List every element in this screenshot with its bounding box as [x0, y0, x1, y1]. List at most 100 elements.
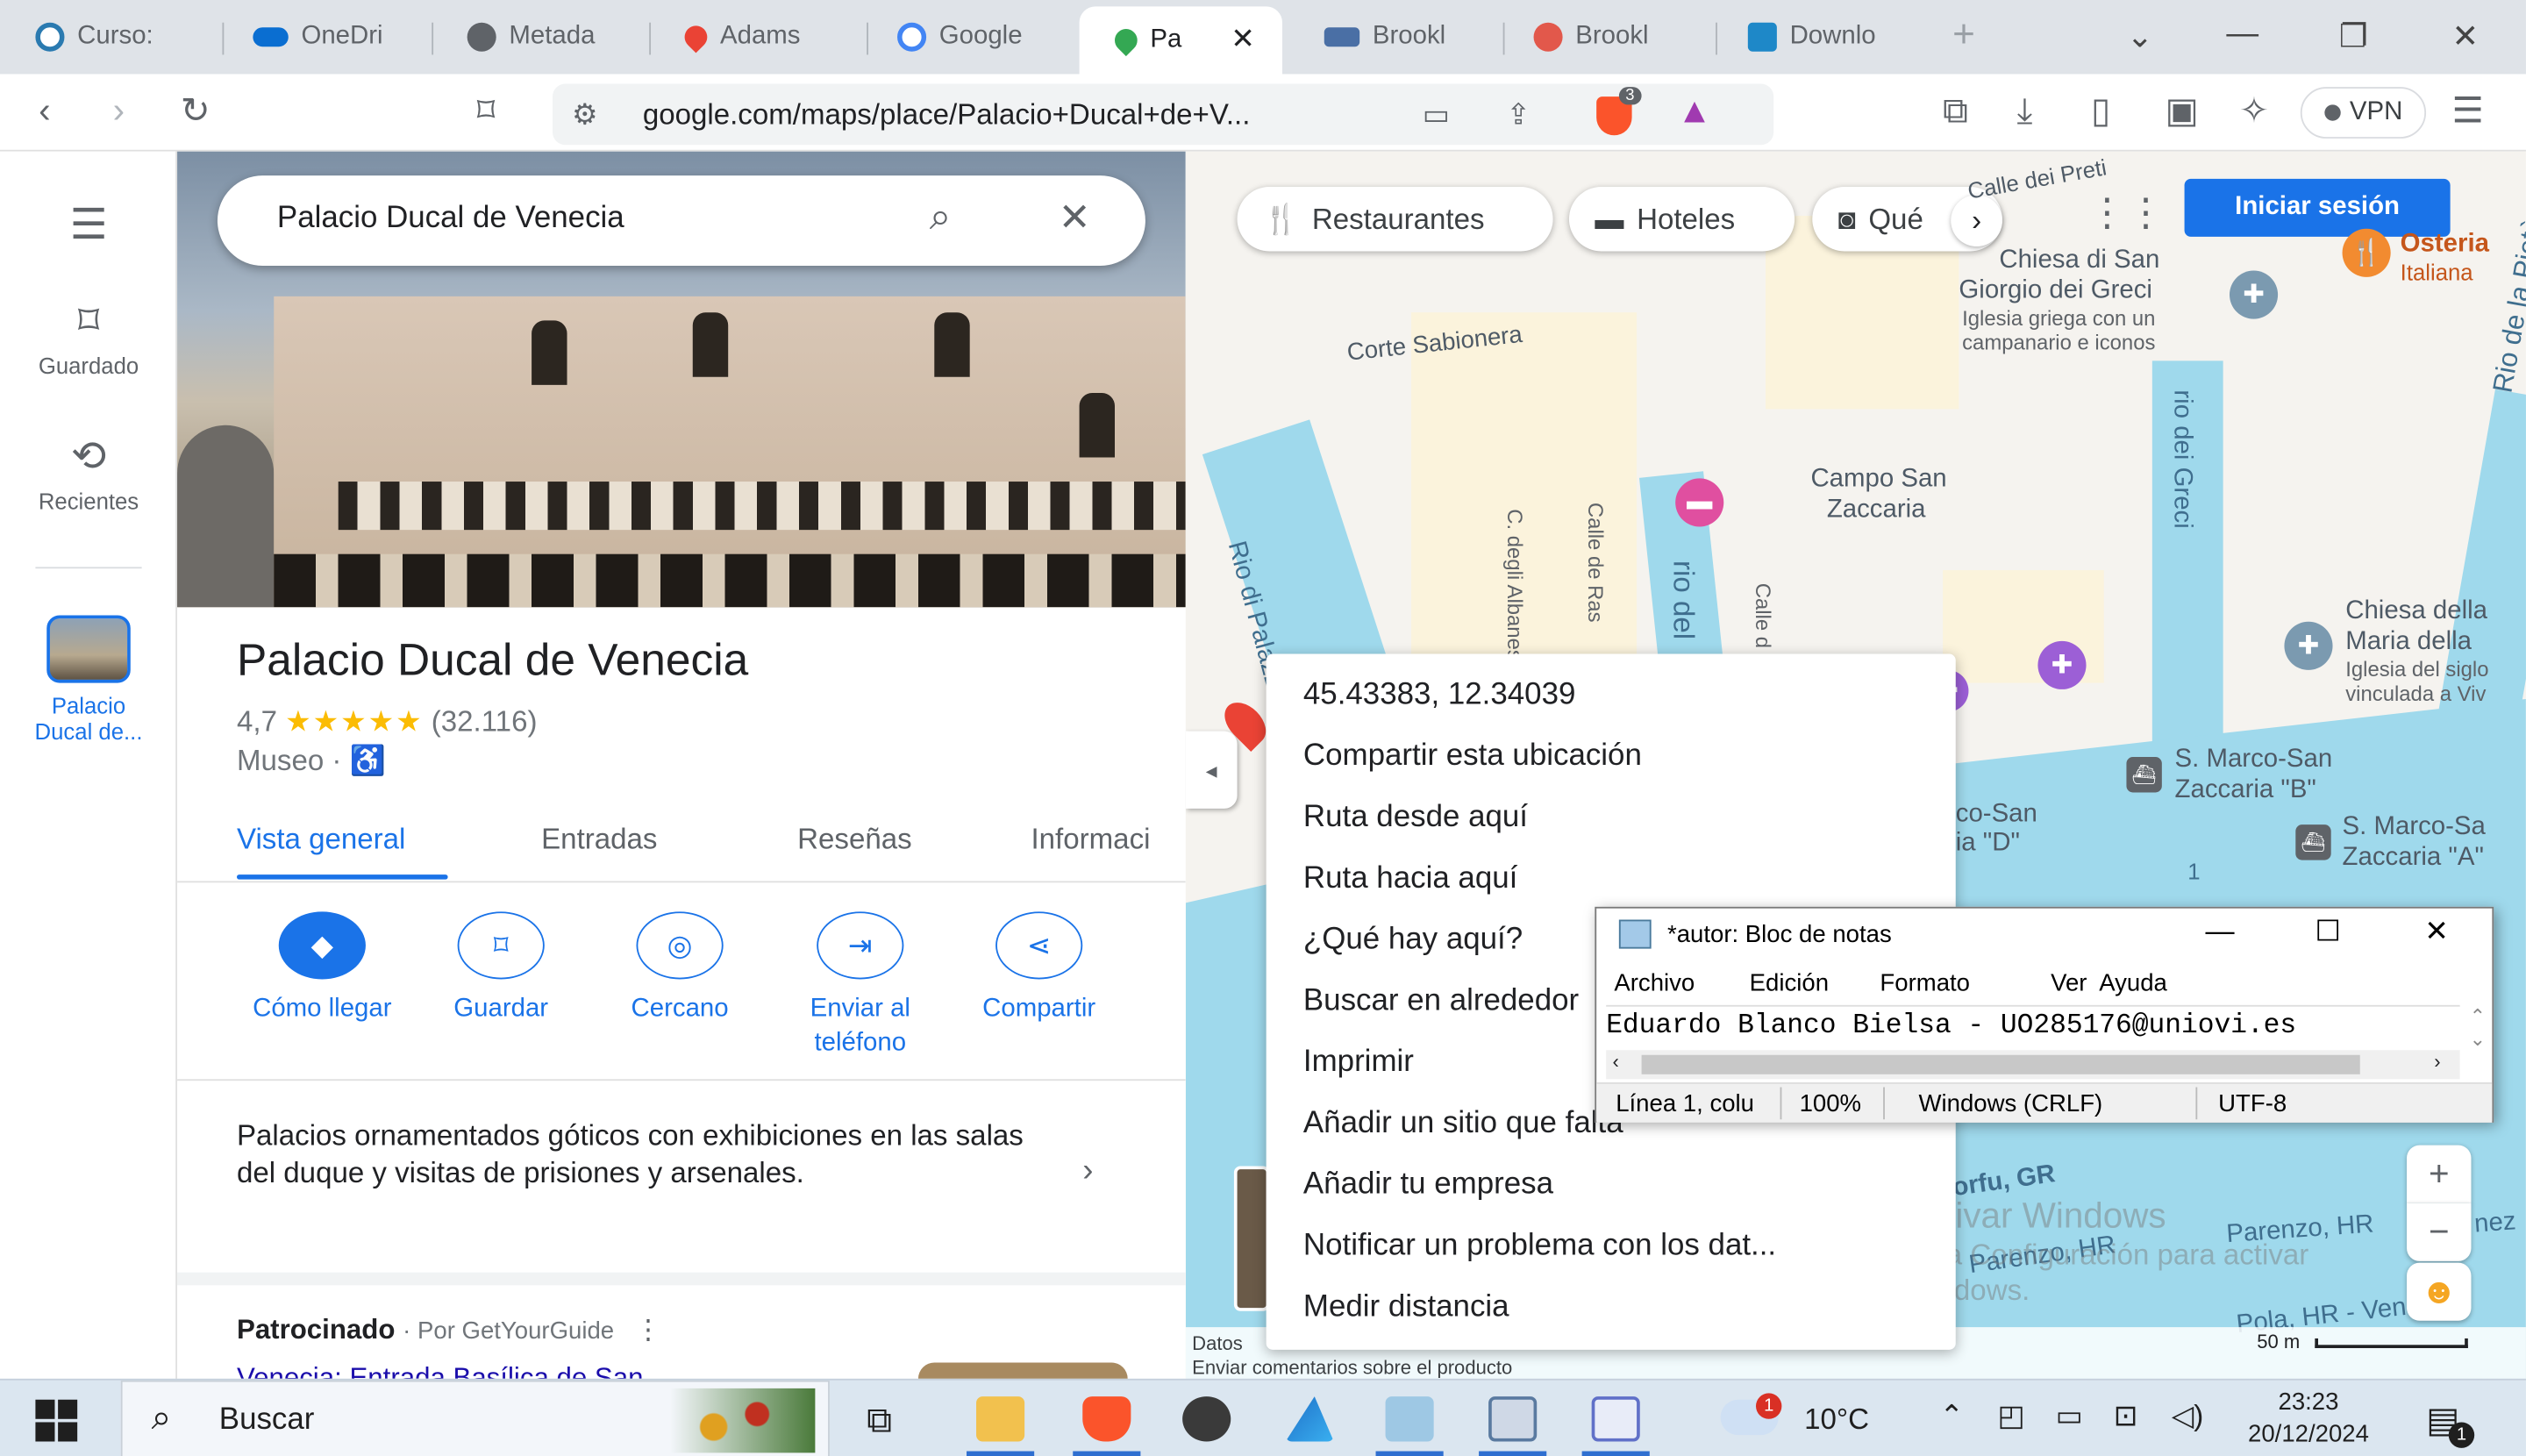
- menu-item-search-nearby[interactable]: Buscar en alrededor: [1303, 984, 1579, 1019]
- menu-item-add-business[interactable]: Añadir tu empresa: [1303, 1167, 1553, 1203]
- network-icon[interactable]: ⊡: [2114, 1400, 2138, 1434]
- spreadsheet-icon[interactable]: [1591, 1396, 1640, 1442]
- bookmark-icon[interactable]: ⌑: [477, 90, 496, 132]
- forward-icon[interactable]: ›: [113, 90, 125, 132]
- wallet-icon[interactable]: ▣: [2166, 90, 2199, 132]
- map-attribution[interactable]: Datos: [1192, 1332, 1243, 1355]
- tab-palacio-active[interactable]: Pa ✕: [1079, 6, 1283, 75]
- sponsored-link[interactable]: Venecia: Entrada Basílica de San: [237, 1363, 643, 1379]
- place-label[interactable]: Zaccaria: [1827, 495, 1926, 525]
- more-options-icon[interactable]: ⋮: [635, 1314, 662, 1345]
- place-label[interactable]: Campo San: [1810, 464, 1946, 495]
- url-text[interactable]: google.com/maps/place/Palacio+Ducal+de+V…: [643, 98, 1251, 132]
- share-page-icon[interactable]: ⇪: [1506, 94, 1531, 136]
- save-button[interactable]: ⌑ Guardar: [412, 911, 589, 1025]
- stop-label[interactable]: S. Marco-San: [2175, 744, 2333, 774]
- tab-google[interactable]: Google: [862, 0, 1076, 74]
- search-icon[interactable]: ⌕: [930, 195, 952, 239]
- tab-onedrive[interactable]: OneDri: [218, 0, 427, 74]
- church-pin-icon[interactable]: ✚: [2284, 621, 2333, 670]
- extensions-icon[interactable]: ⧉: [1943, 90, 1968, 132]
- shark-app-icon[interactable]: [1285, 1396, 1334, 1442]
- file-explorer-icon[interactable]: [976, 1396, 1025, 1442]
- church-pin-icon[interactable]: ✚: [2229, 270, 2279, 319]
- menu-item-add-missing-place[interactable]: Añadir un sitio que falta: [1303, 1107, 1623, 1142]
- recent-button[interactable]: ⟲ Recientes: [0, 432, 177, 514]
- poi-label[interactable]: Chiesa di San: [1999, 245, 2159, 275]
- reload-icon[interactable]: ↻: [181, 90, 210, 132]
- menu-ayuda[interactable]: Ayuda: [2099, 969, 2167, 996]
- menu-item-directions-to[interactable]: Ruta hacia aquí: [1303, 861, 1517, 896]
- snipping-tool-icon[interactable]: [1488, 1396, 1538, 1442]
- volume-icon[interactable]: ◁): [2172, 1400, 2203, 1434]
- show-hidden-icons[interactable]: ⌃: [1939, 1400, 1964, 1434]
- scroll-thumb[interactable]: [1641, 1054, 2360, 1074]
- tab-download[interactable]: Downlo: [1712, 0, 1924, 74]
- vertical-scrollbar[interactable]: ⌃ ⌄: [2463, 1005, 2492, 1050]
- chip-hotels[interactable]: ▬ Hoteles: [1568, 187, 1795, 252]
- poi-label[interactable]: Maria della: [2345, 626, 2472, 657]
- chevron-right-icon[interactable]: ›: [1082, 1153, 1093, 1190]
- close-icon[interactable]: ✕: [2424, 915, 2449, 949]
- tab-adams[interactable]: Adams: [649, 0, 861, 74]
- menu-edicion[interactable]: Edición: [1750, 969, 1829, 996]
- close-window-icon[interactable]: ✕: [2451, 16, 2479, 56]
- restaurant-pin-icon[interactable]: 🍴: [2342, 228, 2391, 277]
- review-count[interactable]: (32.116): [432, 705, 538, 738]
- menu-archivo[interactable]: Archivo: [1614, 969, 1695, 996]
- close-icon[interactable]: ✕: [1059, 195, 1091, 241]
- minimize-icon[interactable]: —: [2205, 915, 2234, 949]
- menu-ver[interactable]: Ver: [2051, 969, 2087, 996]
- search-box[interactable]: Palacio Ducal de Venecia ⌕ ✕: [217, 175, 1145, 266]
- scroll-left-icon[interactable]: ‹: [1613, 1050, 1619, 1073]
- tab-tickets[interactable]: Entradas: [541, 823, 657, 857]
- brave-rewards-icon[interactable]: ▲: [1677, 90, 1712, 132]
- back-icon[interactable]: ‹: [39, 90, 50, 132]
- attraction-pin-icon[interactable]: ✚: [2037, 640, 2087, 689]
- menu-item-print[interactable]: Imprimir: [1303, 1046, 1414, 1081]
- restore-icon[interactable]: ❐: [2339, 16, 2368, 56]
- feedback-link[interactable]: Enviar comentarios sobre el producto: [1192, 1356, 1512, 1379]
- menu-item-coordinates[interactable]: 45.43383, 12.34039: [1303, 678, 1576, 713]
- menu-item-directions-from[interactable]: Ruta desde aquí: [1303, 801, 1528, 836]
- hamburger-icon[interactable]: ☰: [0, 200, 177, 250]
- menu-item-measure-distance[interactable]: Medir distancia: [1303, 1290, 1509, 1325]
- hotel-pin-icon[interactable]: ▬: [1675, 478, 1724, 527]
- stop-label[interactable]: Zaccaria "B": [2175, 774, 2316, 805]
- horizontal-scrollbar[interactable]: ‹ ›: [1606, 1050, 2460, 1080]
- scroll-right-icon[interactable]: ›: [2434, 1050, 2440, 1073]
- stop-label[interactable]: ia "D": [1956, 828, 2020, 859]
- tab-metadata[interactable]: Metada: [432, 0, 644, 74]
- zoom-out-button[interactable]: −: [2407, 1203, 2472, 1261]
- maximize-icon[interactable]: ☐: [2315, 915, 2341, 949]
- ferry-stop-icon[interactable]: ⛴: [2295, 824, 2331, 860]
- ferry-stop-icon[interactable]: ⛴: [2126, 757, 2162, 793]
- menu-icon[interactable]: ☰: [2451, 90, 2483, 132]
- sponsored-thumbnail[interactable]: [917, 1362, 1128, 1379]
- chevron-down-icon[interactable]: ⌄: [2126, 16, 2153, 56]
- wheelchair-icon[interactable]: ♿: [350, 744, 386, 776]
- brave-browser-icon[interactable]: [1082, 1396, 1131, 1442]
- leo-ai-icon[interactable]: ✧: [2239, 90, 2269, 132]
- tab-info[interactable]: Informaci: [1031, 823, 1150, 857]
- gimp-icon[interactable]: [1182, 1396, 1231, 1442]
- taskbar-search[interactable]: ⌕ Buscar: [120, 1380, 830, 1456]
- search-input[interactable]: Palacio Ducal de Venecia: [277, 202, 624, 237]
- place-description[interactable]: Palacios ornamentados góticos con exhibi…: [237, 1117, 1059, 1191]
- send-to-phone-button[interactable]: ⇥ Enviar al teléfono: [772, 911, 949, 1060]
- place-photo[interactable]: Palacio Ducal de Venecia ⌕ ✕: [177, 151, 1186, 608]
- system-clock[interactable]: 23:23 20/12/2024: [2236, 1387, 2380, 1451]
- poi-label[interactable]: Osteria: [2401, 229, 2489, 260]
- recent-place-palacio[interactable]: Palacio Ducal de...: [0, 615, 177, 744]
- share-button[interactable]: ⋖ Compartir: [951, 911, 1128, 1025]
- poi-label[interactable]: Chiesa della: [2345, 596, 2487, 626]
- poi-label[interactable]: Italiana: [2401, 258, 2473, 289]
- vpn-button[interactable]: VPN: [2300, 87, 2427, 139]
- tab-overview[interactable]: Vista general: [237, 823, 405, 857]
- windows-start-icon[interactable]: [35, 1399, 78, 1442]
- notepad-text-area[interactable]: Eduardo Blanco Bielsa - UO285176@uniovi.…: [1606, 1004, 2460, 1050]
- close-tab-icon[interactable]: ✕: [1231, 23, 1255, 57]
- tab-curso[interactable]: Curso:: [0, 0, 218, 74]
- minimize-icon[interactable]: —: [2226, 16, 2258, 53]
- scale-bar[interactable]: 50 m: [2257, 1331, 2468, 1353]
